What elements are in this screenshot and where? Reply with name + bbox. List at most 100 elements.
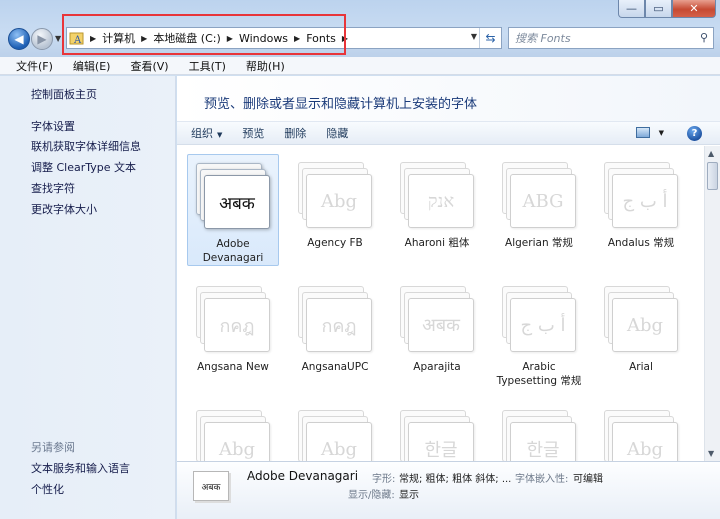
change-view-button[interactable]: ▼ [635, 127, 664, 138]
font-tile[interactable]: 한글 [391, 402, 483, 461]
text-services-link[interactable]: 文本服务和输入语言 [31, 460, 130, 476]
online-font-info-link[interactable]: 联机获取字体详细信息 [31, 138, 141, 154]
maximize-button[interactable]: ▭ [645, 0, 672, 18]
font-tile[interactable]: กคฎ Angsana New [187, 278, 279, 390]
font-tile-label: Angsana New [197, 361, 269, 373]
content-pane: 预览、删除或者显示和隐藏计算机上安装的字体 组织 ▼ 预览 删除 隐藏 ▼ ? अ… [177, 76, 720, 519]
organize-label: 组织 [191, 127, 213, 140]
chevron-down-icon: ▼ [658, 128, 664, 137]
font-file-icon: Abg [294, 158, 376, 230]
font-file-icon: אנק [396, 158, 478, 230]
details-pane: अबक Adobe Devanagari 字形: 常规; 粗体; 粗体 斜体; … [177, 461, 720, 519]
font-file-icon: Abg [600, 406, 682, 461]
search-icon[interactable]: ⚲ [700, 31, 708, 44]
content-header: 预览、删除或者显示和隐藏计算机上安装的字体 [177, 76, 720, 121]
font-tile[interactable]: กคฎ AngsanaUPC [289, 278, 381, 390]
menu-tools[interactable]: 工具(T) [179, 58, 236, 74]
font-tile[interactable]: Abg Arial [595, 278, 687, 390]
recent-pages-dropdown[interactable]: ▼ [55, 34, 61, 43]
font-sample-preview: Abg [612, 422, 678, 461]
font-tile[interactable]: 한글 [493, 402, 585, 461]
font-tile-label: Aharoni 粗体 [404, 237, 470, 249]
help-icon: ? [691, 128, 698, 139]
refresh-button[interactable]: ⇆ [479, 28, 501, 48]
forward-button[interactable]: ▶ [31, 28, 53, 50]
font-tile-label: Aparajita [413, 361, 461, 373]
control-panel-home-link[interactable]: 控制面板主页 [31, 86, 97, 102]
menu-edit[interactable]: 编辑(E) [63, 58, 121, 74]
font-tile[interactable]: Abg [187, 402, 279, 461]
font-file-icon: Abg [294, 406, 376, 461]
font-sample-preview: Abg [612, 298, 678, 352]
minimize-button[interactable]: — [618, 0, 645, 18]
font-sample-preview: أ ب ج [510, 298, 576, 352]
view-options-icon [635, 127, 650, 138]
selected-font-name: Adobe Devanagari [247, 469, 359, 483]
font-tile[interactable]: أ ب ج Andalus 常规 [595, 154, 687, 266]
font-tile[interactable]: Abg Agency FB [289, 154, 381, 266]
scroll-down-icon[interactable]: ▼ [708, 449, 714, 458]
arrow-right-icon: ▶ [37, 32, 47, 46]
preview-button[interactable]: 预览 [242, 125, 274, 141]
font-file-icon: अबक [396, 282, 478, 354]
font-sample-preview: 한글 [408, 422, 474, 461]
font-sample-preview: Abg [204, 422, 270, 461]
font-tile-label: Arial [629, 361, 653, 373]
font-file-icon: Abg [192, 406, 274, 461]
font-tile[interactable]: Abg [595, 402, 687, 461]
font-tile-label: Arabic Typesetting 常规 [496, 361, 582, 387]
font-tile[interactable]: Abg [289, 402, 381, 461]
cleartype-link[interactable]: 调整 ClearType 文本 [31, 159, 136, 175]
font-tile[interactable]: אנק Aharoni 粗体 [391, 154, 483, 266]
font-tile[interactable]: अबक Adobe Devanagari [187, 154, 279, 266]
annotation-highlight-box [62, 14, 346, 55]
delete-button[interactable]: 删除 [284, 125, 316, 141]
menu-view[interactable]: 查看(V) [120, 58, 178, 74]
font-sample-preview: אנק [408, 174, 474, 228]
font-grid: अबक Adobe Devanagari Abg Agency FB אנק Aharon… [177, 146, 704, 461]
see-also-heading: 另请参阅 [31, 441, 75, 454]
show-hide-label: 显示/隐藏: [348, 490, 395, 501]
find-character-link[interactable]: 查找字符 [31, 180, 75, 196]
left-task-pane: 控制面板主页 字体设置 联机获取字体详细信息 调整 ClearType 文本 查… [0, 76, 176, 519]
hide-button[interactable]: 隐藏 [326, 125, 358, 141]
help-button[interactable]: ? [687, 126, 702, 141]
font-sample-preview: กคฎ [306, 298, 372, 352]
close-button[interactable]: ✕ [672, 0, 716, 18]
font-tile-label: AngsanaUPC [301, 361, 369, 373]
font-file-icon: กคฎ [192, 282, 274, 354]
vertical-scrollbar[interactable]: ▲ ▼ [704, 146, 720, 461]
font-file-icon: أ ب ج [498, 282, 580, 354]
font-tile[interactable]: أ ب ج Arabic Typesetting 常规 [493, 278, 585, 390]
search-input[interactable]: 搜索 Fonts ⚲ [508, 27, 714, 49]
personalization-link[interactable]: 个性化 [31, 481, 64, 497]
address-history-dropdown[interactable]: ▼ [471, 32, 477, 41]
menu-file[interactable]: 文件(F) [6, 58, 63, 74]
font-tile-label: Agency FB [307, 237, 363, 249]
font-sample-preview: अबक [204, 175, 270, 229]
arrow-left-icon: ◀ [14, 32, 24, 46]
scrollbar-thumb[interactable] [707, 162, 718, 190]
change-font-size-link[interactable]: 更改字体大小 [31, 201, 97, 217]
page-title: 预览、删除或者显示和隐藏计算机上安装的字体 [204, 97, 478, 112]
font-tile[interactable]: ABG Algerian 常规 [493, 154, 585, 266]
command-toolbar: 组织 ▼ 预览 删除 隐藏 ▼ ? [177, 121, 720, 145]
show-hide-value: 显示 [399, 490, 419, 501]
menu-help[interactable]: 帮助(H) [236, 58, 295, 74]
font-file-icon: अबक [192, 159, 274, 231]
font-tile-label: Adobe Devanagari [202, 238, 264, 264]
font-sample-preview: أ ب ج [612, 174, 678, 228]
font-file-icon: ABG [498, 158, 580, 230]
back-button[interactable]: ◀ [8, 28, 30, 50]
font-sample-preview: ABG [510, 174, 576, 228]
scroll-up-icon[interactable]: ▲ [708, 149, 714, 158]
font-style-value: 常规; 粗体; 粗体 斜体; ... [399, 474, 512, 485]
font-embedding-label: 字体嵌入性: [515, 474, 569, 485]
organize-button[interactable]: 组织 ▼ [191, 125, 232, 141]
font-file-icon: กคฎ [294, 282, 376, 354]
font-sample-preview: 한글 [510, 422, 576, 461]
font-settings-link[interactable]: 字体设置 [31, 118, 75, 134]
title-bar: — ▭ ✕ ◀ ▶ ▼ A ▶ 计算机 ▶ 本地磁盘 (C:) ▶ Window… [0, 0, 720, 57]
font-tile[interactable]: अबक Aparajita [391, 278, 483, 390]
font-file-icon: 한글 [396, 406, 478, 461]
